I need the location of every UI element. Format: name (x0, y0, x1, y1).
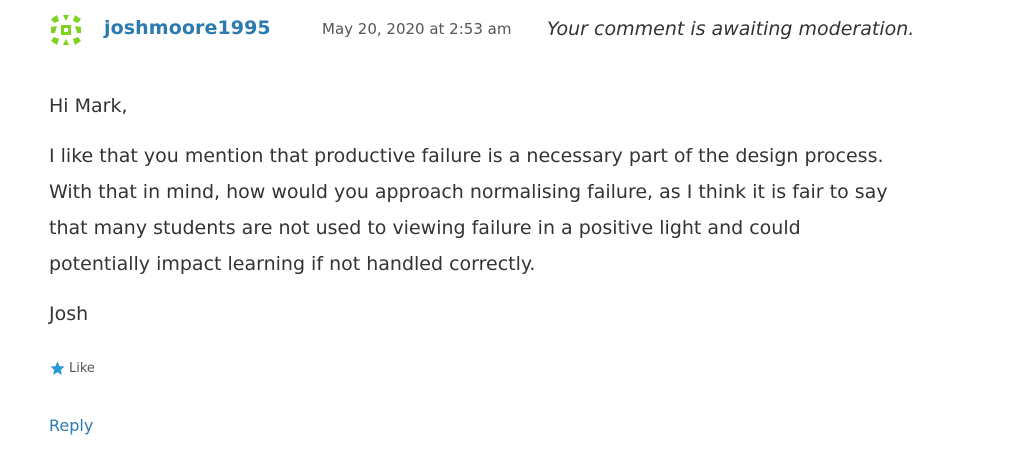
comment-signoff: Josh (49, 303, 89, 325)
star-icon (50, 361, 65, 375)
comment-content: Hi Mark, I like that you mention that pr… (49, 88, 949, 332)
comment-body-line-1: I like that you mention that productive … (49, 145, 884, 167)
moderation-notice: Your comment is awaiting moderation. (547, 18, 915, 40)
comment-body-line-4: potentially impact learning if not handl… (49, 253, 536, 275)
comment-greeting: Hi Mark, (49, 95, 128, 117)
comment-author-link[interactable]: joshmoore1995 (104, 17, 271, 39)
comment-body-line-3: that many students are not used to viewi… (49, 217, 801, 239)
like-label: Like (69, 361, 95, 376)
identicon-avatar[interactable] (49, 13, 83, 47)
comment-date-link[interactable]: May 20, 2020 at 2:53 am (322, 20, 511, 38)
comment: joshmoore1995 May 20, 2020 at 2:53 am Yo… (0, 0, 1022, 464)
reply-link[interactable]: Reply (49, 416, 93, 435)
comment-body-line-2: With that in mind, how would you approac… (49, 181, 888, 203)
like-button[interactable]: Like (49, 360, 95, 377)
